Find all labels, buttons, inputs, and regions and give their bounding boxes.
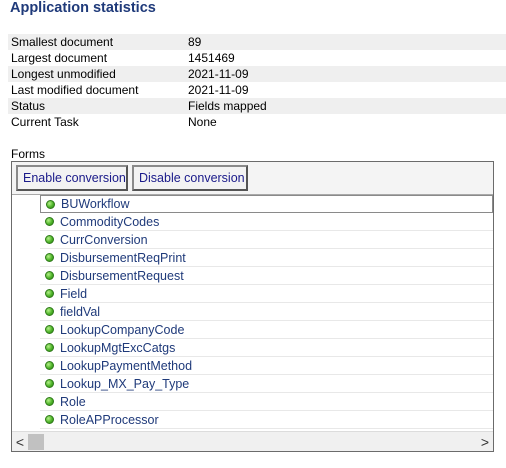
stat-label: Current Task (11, 115, 79, 129)
green-dot-icon (45, 343, 54, 352)
form-name: CommodityCodes (60, 214, 160, 229)
green-dot-icon (45, 307, 54, 316)
green-dot-icon (46, 199, 55, 209)
form-name: LookupCompanyCode (60, 322, 185, 337)
stat-label: Status (11, 99, 46, 113)
list-item[interactable]: BUWorkflow (40, 195, 493, 213)
stat-row: Status Fields mapped (8, 98, 506, 114)
forms-toolbar: Enable conversion Disable conversion (12, 162, 493, 195)
green-dot-icon (45, 271, 54, 280)
green-dot-icon (45, 325, 54, 334)
stat-value: 2021-11-09 (188, 83, 249, 97)
list-item[interactable]: Field (40, 285, 493, 303)
stats-table: Smallest document 89 Largest document 14… (8, 34, 506, 130)
form-name: Lookup_MX_Pay_Type (60, 376, 190, 391)
green-dot-icon (45, 415, 54, 424)
forms-list: BUWorkflow CommodityCodes CurrConversion… (40, 195, 493, 431)
form-name: Role (60, 394, 86, 409)
green-dot-icon (45, 379, 54, 388)
list-item[interactable]: DisbursementRequest (40, 267, 493, 285)
stat-value: 2021-11-09 (188, 67, 249, 81)
scroll-right-icon[interactable]: > (477, 432, 493, 452)
list-item[interactable]: RoleAPProcessor (40, 411, 493, 429)
form-name: DisbursementRequest (60, 268, 184, 283)
list-item[interactable]: Lookup_MX_Pay_Type (40, 375, 493, 393)
form-name: BUWorkflow (61, 197, 130, 211)
green-dot-icon (45, 361, 54, 370)
list-item[interactable]: fieldVal (40, 303, 493, 321)
list-item[interactable]: DisbursementReqPrint (40, 249, 493, 267)
form-name: LookupPaymentMethod (60, 358, 193, 373)
stat-row: Current Task None (8, 114, 506, 130)
form-name: fieldVal (60, 304, 101, 319)
form-name: Field (60, 286, 88, 301)
scrollbar-thumb[interactable] (28, 434, 44, 450)
stat-label: Largest document (11, 51, 108, 65)
green-dot-icon (45, 235, 54, 244)
form-name: DisbursementReqPrint (60, 250, 186, 265)
list-item[interactable]: LookupPaymentMethod (40, 357, 493, 375)
stat-row: Last modified document 2021-11-09 (8, 82, 506, 98)
list-item[interactable]: LookupMgtExcCatgs (40, 339, 493, 357)
green-dot-icon (45, 253, 54, 262)
enable-conversion-button[interactable]: Enable conversion (16, 165, 128, 191)
list-item[interactable]: Role (40, 393, 493, 411)
green-dot-icon (45, 289, 54, 298)
disable-conversion-button[interactable]: Disable conversion (132, 165, 248, 191)
stat-value: None (188, 115, 217, 129)
stat-label: Smallest document (11, 35, 114, 49)
green-dot-icon (45, 217, 54, 226)
stat-row: Largest document 1451469 (8, 50, 506, 66)
list-item[interactable]: CurrConversion (40, 231, 493, 249)
list-item[interactable]: LookupCompanyCode (40, 321, 493, 339)
stat-value: 1451469 (188, 51, 235, 65)
scroll-left-icon[interactable]: < (12, 432, 28, 452)
form-name: RoleAPProcessor (60, 412, 159, 427)
stat-value: 89 (188, 35, 202, 49)
page-title: Application statistics (10, 0, 156, 16)
stat-value: Fields mapped (188, 99, 267, 113)
form-name: LookupMgtExcCatgs (60, 340, 176, 355)
list-item[interactable]: CommodityCodes (40, 213, 493, 231)
form-name: CurrConversion (60, 232, 148, 247)
stat-label: Last modified document (11, 83, 139, 97)
green-dot-icon (45, 397, 54, 406)
stat-row: Longest unmodified 2021-11-09 (8, 66, 506, 82)
stat-label: Longest unmodified (11, 67, 116, 81)
horizontal-scrollbar[interactable]: < > (12, 431, 493, 451)
forms-panel: Enable conversion Disable conversion BUW… (11, 161, 494, 452)
forms-label: Forms (11, 147, 45, 161)
stat-row: Smallest document 89 (8, 34, 506, 50)
